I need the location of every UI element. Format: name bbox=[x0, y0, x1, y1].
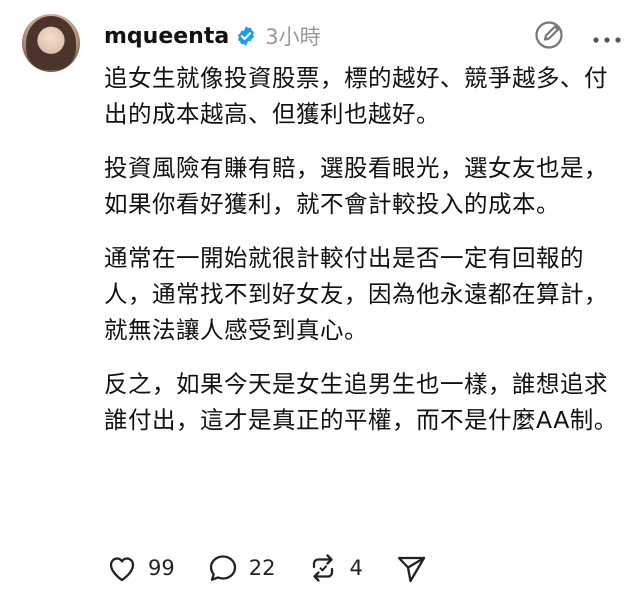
heart-icon bbox=[109, 557, 135, 582]
post-body: 追女生就像投資股票，標的越好、競爭越多、付出的成本越高、但獲利也越好。 投資風險… bbox=[104, 60, 624, 456]
username[interactable]: mqueenta bbox=[104, 24, 229, 49]
repost-count: 4 bbox=[349, 556, 363, 580]
post-paragraph: 投資風險有賺有賠，選股看眼光，選女友也是，如果你看好獲利，就不會計較投入的成本。 bbox=[104, 154, 608, 218]
repost-icon bbox=[313, 554, 334, 582]
post-time: 3小時 bbox=[265, 25, 321, 49]
post: mqueenta 3小時 追女生就像投資股票，標的越好、競爭越多、付出的成本越高… bbox=[0, 0, 640, 608]
top-actions bbox=[532, 18, 622, 52]
send-icon bbox=[397, 556, 425, 583]
share-button[interactable] bbox=[393, 550, 429, 586]
post-header: mqueenta 3小時 bbox=[104, 18, 321, 54]
like-button[interactable]: 99 bbox=[104, 550, 175, 586]
repost-button[interactable]: 4 bbox=[305, 550, 363, 586]
comment-button[interactable]: 22 bbox=[205, 550, 276, 586]
post-paragraph: 追女生就像投資股票，標的越好、競爭越多、付出的成本越高、但獲利也越好。 bbox=[104, 64, 608, 128]
post-paragraph: 通常在一開始就很計較付出是否一定有回報的人，通常找不到好女友，因為他永遠都在算計… bbox=[104, 244, 608, 344]
like-count: 99 bbox=[148, 556, 175, 580]
comment-icon bbox=[209, 555, 236, 581]
avatar[interactable] bbox=[22, 14, 80, 72]
post-actions: 99 22 4 bbox=[104, 550, 459, 586]
comment-count: 22 bbox=[248, 556, 276, 580]
verified-badge-icon bbox=[235, 25, 257, 47]
post-paragraph: 反之，如果今天是女生追男生也一樣，誰想追求誰付出，這才是真正的平權，而不是什麼A… bbox=[104, 370, 618, 434]
edit-icon[interactable] bbox=[532, 18, 566, 52]
more-icon[interactable] bbox=[592, 30, 622, 43]
avatar-image bbox=[26, 16, 76, 70]
